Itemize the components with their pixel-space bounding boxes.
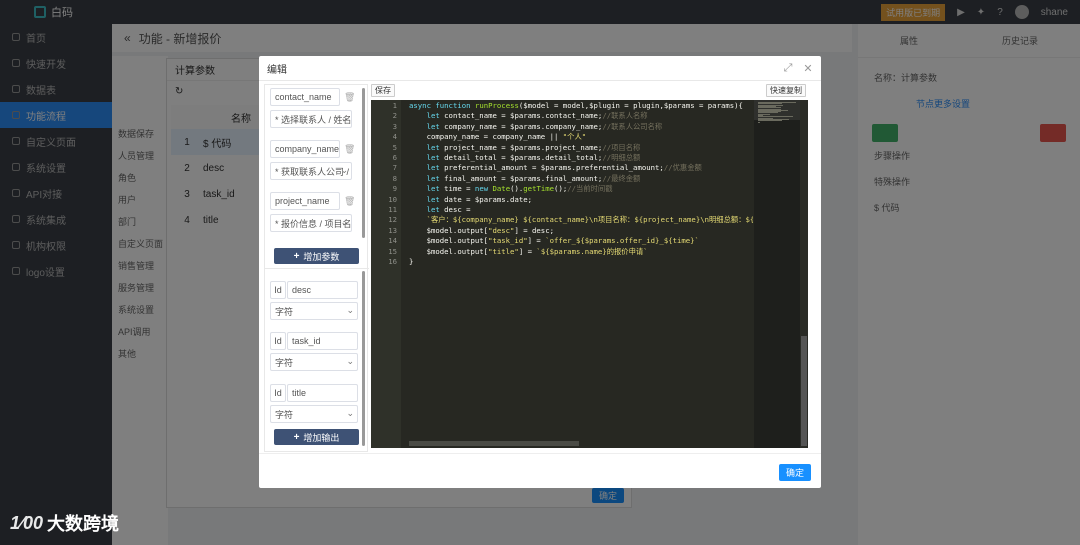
line-number: 1 [392, 101, 397, 110]
dialog-title: 编辑 [267, 64, 287, 76]
code-minimap[interactable] [754, 100, 800, 448]
chevron-down-icon: ⌄ [346, 356, 354, 366]
param-name-field[interactable]: company_name [270, 140, 340, 158]
plus-icon: + [293, 250, 300, 262]
dialog-header: 编辑 [259, 56, 821, 80]
dialog-header-divider [259, 80, 821, 81]
chevron-down-icon: ⌄ [340, 165, 348, 175]
output-type-select[interactable]: 字符 ⌄ [270, 353, 358, 371]
param-config-pane: contact_name 🗑 * 选择联系人 / 姓名 ⌄ company_nam… [264, 84, 369, 452]
param-name-field[interactable]: project_name [270, 192, 340, 210]
line-number: 4 [392, 132, 397, 142]
output-id-label: Id [270, 332, 286, 350]
outputs-scrollbar[interactable] [362, 271, 365, 446]
chevron-down-icon: ⌄ [346, 408, 354, 418]
params-scrollbar[interactable] [362, 88, 365, 238]
line-number: 8 [392, 173, 397, 183]
code-line: let preferential_amount = $params.prefer… [426, 163, 702, 173]
editor-vertical-scrollbar[interactable] [800, 100, 808, 448]
line-number: 3 [392, 121, 397, 131]
chevron-down-icon: ⌄ [346, 305, 354, 315]
code-line: async function runProcess($model = model… [409, 101, 743, 110]
plus-icon: + [293, 431, 300, 443]
add-output-button[interactable]: + 增加输出 [274, 429, 359, 445]
trash-icon[interactable]: 🗑 [344, 92, 355, 103]
save-button[interactable]: 保存 [371, 84, 395, 97]
maximize-icon[interactable]: ⤢ [781, 61, 795, 75]
param-source-select[interactable]: * 获取联系人公司 / 名称⌄ [270, 162, 352, 180]
line-number: 10 [388, 194, 397, 204]
line-number: 15 [388, 246, 397, 256]
chevron-down-icon: ⌄ [340, 217, 348, 227]
pane-divider [265, 268, 369, 269]
code-line: let desc = [426, 205, 471, 214]
line-number: 14 [388, 236, 397, 246]
code-editor[interactable]: async function runProcess($model = model… [371, 100, 808, 448]
output-name-field[interactable]: task_id [287, 332, 358, 350]
line-number: 13 [388, 225, 397, 235]
editor-horizontal-scroll-thumb[interactable] [409, 441, 579, 446]
chevron-down-icon: ⌄ [340, 113, 348, 123]
ok-button[interactable]: 确定 [779, 464, 811, 481]
code-line: let project_name = $params.project_name;… [426, 142, 641, 152]
code-line: } [409, 257, 414, 266]
output-id-label: Id [270, 384, 286, 402]
code-line: $model.output["title"] = `${$params.name… [409, 246, 648, 256]
quick-copy-button[interactable]: 快速复制 [766, 84, 806, 97]
code-line: let contact_name = $params.contact_name;… [426, 111, 648, 121]
output-type-select[interactable]: 字符 ⌄ [270, 405, 358, 423]
line-number: 12 [388, 215, 397, 225]
watermark-text: 大数跨境 [47, 514, 120, 534]
line-number: 2 [392, 111, 397, 121]
param-source-select[interactable]: * 选择联系人 / 姓名 ⌄ [270, 110, 352, 128]
param-source-select[interactable]: * 报价信息 / 项目名称 ⌄ [270, 214, 352, 232]
code-line: $model.output["desc"] = desc; [409, 225, 554, 235]
watermark-logo-icon: 1⁄00 [10, 512, 44, 533]
dialog-footer-divider [259, 453, 821, 454]
code-editor-area: 保存 快速复制 async function runProcess($model… [371, 84, 808, 448]
code-line: `客户：${company_name} ${contact_name}\n项目名… [426, 215, 753, 225]
edit-dialog: 编辑 ⤢ ✕ contact_name 🗑 * 选择联系人 / 姓名 ⌄ comp… [259, 56, 821, 488]
minimap-line [758, 120, 782, 122]
line-number: 5 [392, 142, 397, 152]
code-line: let detail_total = $params.detail_total;… [426, 153, 641, 162]
output-type-select[interactable]: 字符 ⌄ [270, 302, 358, 320]
code-line: $model.output["task_id"] = `offer_${$par… [409, 236, 699, 246]
line-number: 16 [388, 257, 397, 266]
code-line: let final_amount = $params.final_amount;… [426, 173, 641, 183]
code-line: company_name = company_name || "个人" [409, 132, 587, 142]
close-icon[interactable]: ✕ [801, 61, 815, 75]
watermark: 1⁄00 大数跨境 [10, 510, 119, 536]
trash-icon[interactable]: 🗑 [344, 196, 355, 207]
code-line: let date = $params.date; [426, 194, 533, 204]
output-id-label: Id [270, 281, 286, 299]
code-line: let company_name = $params.company_name;… [426, 121, 663, 131]
editor-vertical-scroll-thumb[interactable] [801, 336, 807, 446]
line-number: 7 [392, 163, 397, 173]
line-number: 9 [392, 184, 397, 194]
trash-icon[interactable]: 🗑 [344, 144, 355, 155]
output-name-field[interactable]: desc [287, 281, 358, 299]
minimap-line [758, 121, 760, 123]
line-number: 11 [388, 205, 397, 214]
line-number: 6 [392, 153, 397, 162]
output-name-field[interactable]: title [287, 384, 358, 402]
add-param-button[interactable]: + 增加参数 [274, 248, 359, 264]
param-name-field[interactable]: contact_name [270, 88, 340, 106]
code-line: let time = new Date().getTime();//当前时间戳 [426, 184, 613, 194]
